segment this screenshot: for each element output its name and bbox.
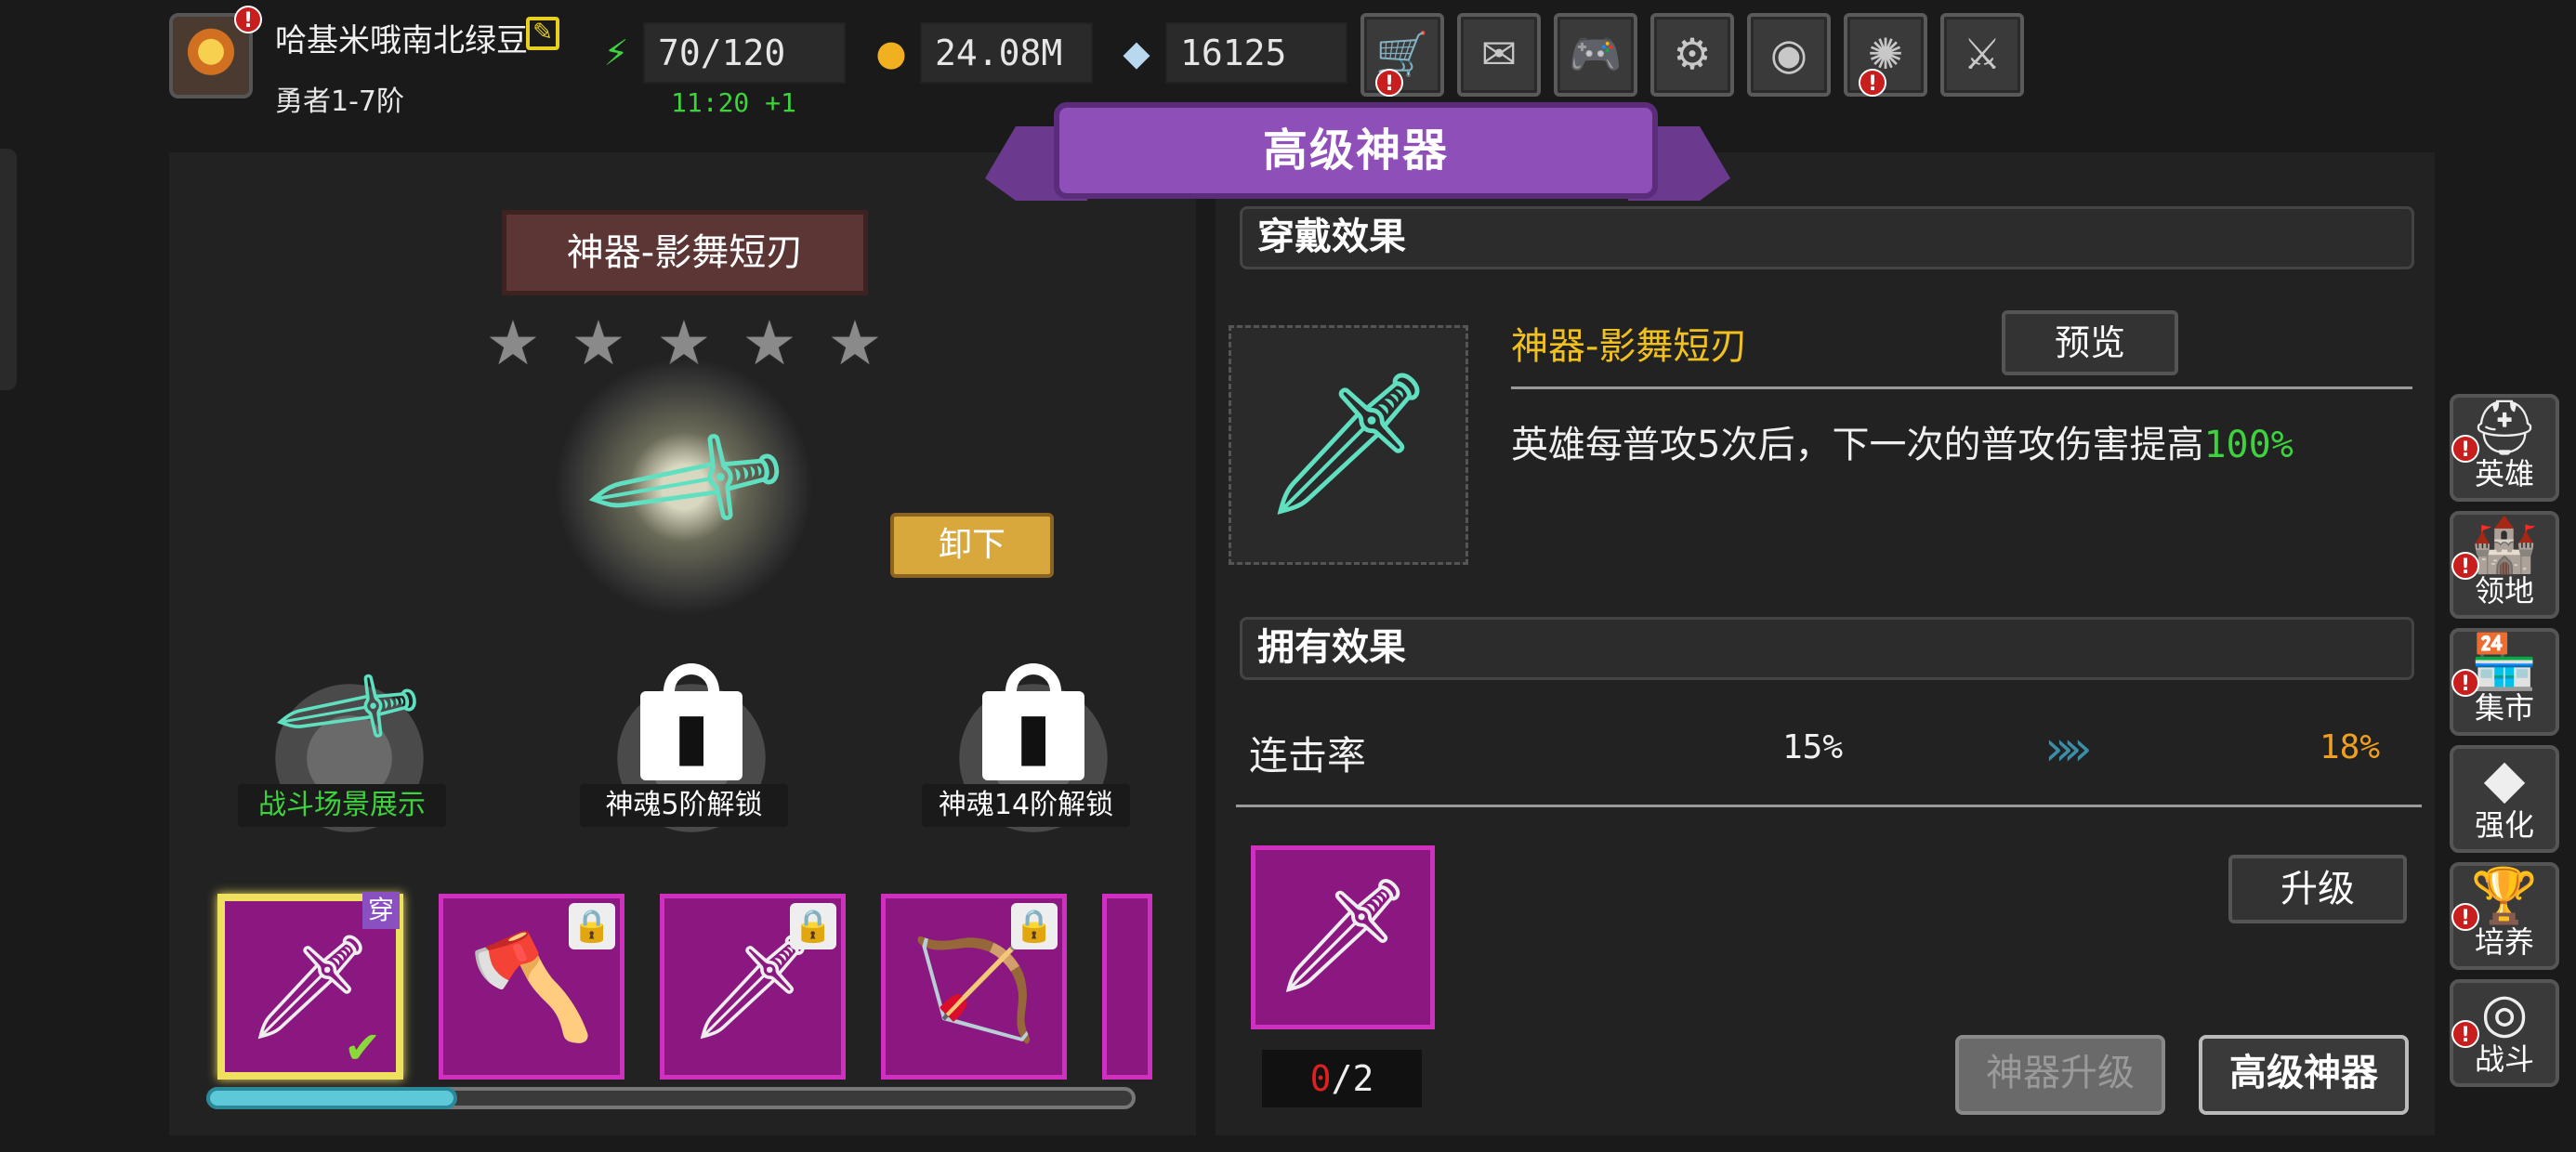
dagger-icon: 🗡 xyxy=(1271,871,1414,1001)
dagger-icon: 🗡 xyxy=(1259,363,1438,525)
divider xyxy=(1511,386,2412,389)
battle-button[interactable]: ⚔ xyxy=(1940,13,2024,97)
gold-coin-icon: ● xyxy=(875,33,907,73)
material-needed: 2 xyxy=(1352,1058,1374,1099)
own-effect-header: 拥有效果 xyxy=(1240,617,2414,680)
alert-badge: ! xyxy=(1375,69,1403,97)
alert-badge: ! xyxy=(2451,669,2479,697)
divider xyxy=(1236,805,2422,807)
upgrade-material-slot[interactable]: 🗡 xyxy=(1251,845,1435,1029)
lottery-button[interactable]: ◉ xyxy=(1747,13,1831,97)
star-icon: ★ xyxy=(571,308,626,379)
gear-icon: ⚙ xyxy=(1673,29,1712,79)
preview-button[interactable]: 预览 xyxy=(2002,310,2178,375)
player-name: 哈基米哦南北绿豆 xyxy=(275,22,528,59)
alert-badge: ! xyxy=(2451,903,2479,931)
edit-name-icon[interactable]: ✎ xyxy=(526,17,559,50)
checkmark-icon: ✔ xyxy=(344,1022,382,1074)
stamina-value: 70/120 xyxy=(643,22,846,84)
slot-label: 神魂14阶解锁 xyxy=(922,784,1130,827)
slot-label: 神魂5阶解锁 xyxy=(580,784,788,827)
description-text: 英雄每普攻5次后，下一次的普攻伤害提高 xyxy=(1511,424,2204,466)
slot-label: 战斗场景展示 xyxy=(238,784,446,827)
avatar-alert-badge: ! xyxy=(234,6,262,33)
stat-current-value: 15% xyxy=(1782,728,1844,766)
gamepad-icon: 🎮 xyxy=(1569,29,1623,79)
gamepad-button[interactable]: 🎮 xyxy=(1554,13,1637,97)
lock-icon: ▮ xyxy=(982,691,1084,780)
mail-icon: ✉ xyxy=(1480,29,1518,79)
artifact-item-frame: 🗡 xyxy=(1229,325,1468,565)
artifact-name: 神器-影舞短刃 xyxy=(1511,325,1748,368)
gem-value: 16125 xyxy=(1165,22,1347,84)
description-value: 100% xyxy=(2203,424,2293,466)
lock-icon: 🔒 xyxy=(790,903,836,949)
stat-name: 连击率 xyxy=(1249,733,1367,779)
alert-badge: ! xyxy=(1859,69,1886,97)
crossed-swords-icon: ⚔ xyxy=(1963,29,2002,79)
fireworks-button[interactable]: ✺! xyxy=(1844,13,1927,97)
material-owned: 0 xyxy=(1309,1058,1332,1099)
lock-icon: ▮ xyxy=(640,691,743,780)
lock-icon: 🔒 xyxy=(1011,903,1058,949)
tab-advanced-artifact[interactable]: 高级神器 xyxy=(2199,1035,2409,1115)
star-icon: ★ xyxy=(827,308,883,379)
upgrade-button[interactable]: 升级 xyxy=(2228,855,2407,923)
alert-badge: ! xyxy=(2451,1020,2479,1048)
inventory-item[interactable] xyxy=(1102,894,1152,1080)
crystal-icon: ◆ xyxy=(2483,747,2526,810)
gold-value: 24.08M xyxy=(920,22,1093,84)
material-count: 0/2 xyxy=(1262,1050,1422,1107)
player-rank: 勇者1-7阶 xyxy=(275,85,404,118)
equipped-badge: 穿 xyxy=(362,892,400,929)
wear-effect-header: 穿戴效果 xyxy=(1240,206,2414,269)
alert-badge: ! xyxy=(2451,552,2479,580)
gem-icon: ◆ xyxy=(1123,33,1150,73)
star-icon: ★ xyxy=(742,308,797,379)
inventory-scroll-thumb[interactable] xyxy=(206,1087,457,1109)
stamina-icon: ⚡ xyxy=(603,33,629,73)
color-wheel-icon: ◉ xyxy=(1769,29,1808,79)
artifact-title-plate: 神器-影舞短刃 xyxy=(502,210,868,295)
alert-badge: ! xyxy=(2451,435,2479,463)
page-title: 高级神器 xyxy=(1054,102,1658,199)
sidebar-item-3[interactable]: ◆ 强化 xyxy=(2450,745,2559,853)
double-arrow-icon: »» xyxy=(2044,721,2093,777)
stat-next-value: 18% xyxy=(2320,728,2381,766)
settings-button[interactable]: ⚙ xyxy=(1650,13,1734,97)
shop-button[interactable]: 🛒! xyxy=(1360,13,1444,97)
lock-icon: 🔒 xyxy=(569,903,615,949)
mail-button[interactable]: ✉ xyxy=(1457,13,1541,97)
tab-artifact-upgrade[interactable]: 神器升级 xyxy=(1955,1035,2165,1115)
star-icon: ★ xyxy=(485,308,541,379)
unequip-button[interactable]: 卸下 xyxy=(890,513,1054,578)
sidebar-item-label: 强化 xyxy=(2474,807,2534,843)
stamina-timer: 11:20 +1 xyxy=(671,87,796,118)
wear-effect-description: 英雄每普攻5次后，下一次的普攻伤害提高100% xyxy=(1511,414,2293,468)
material-sep: / xyxy=(1331,1058,1353,1099)
edge-pull-tab[interactable] xyxy=(0,149,17,390)
